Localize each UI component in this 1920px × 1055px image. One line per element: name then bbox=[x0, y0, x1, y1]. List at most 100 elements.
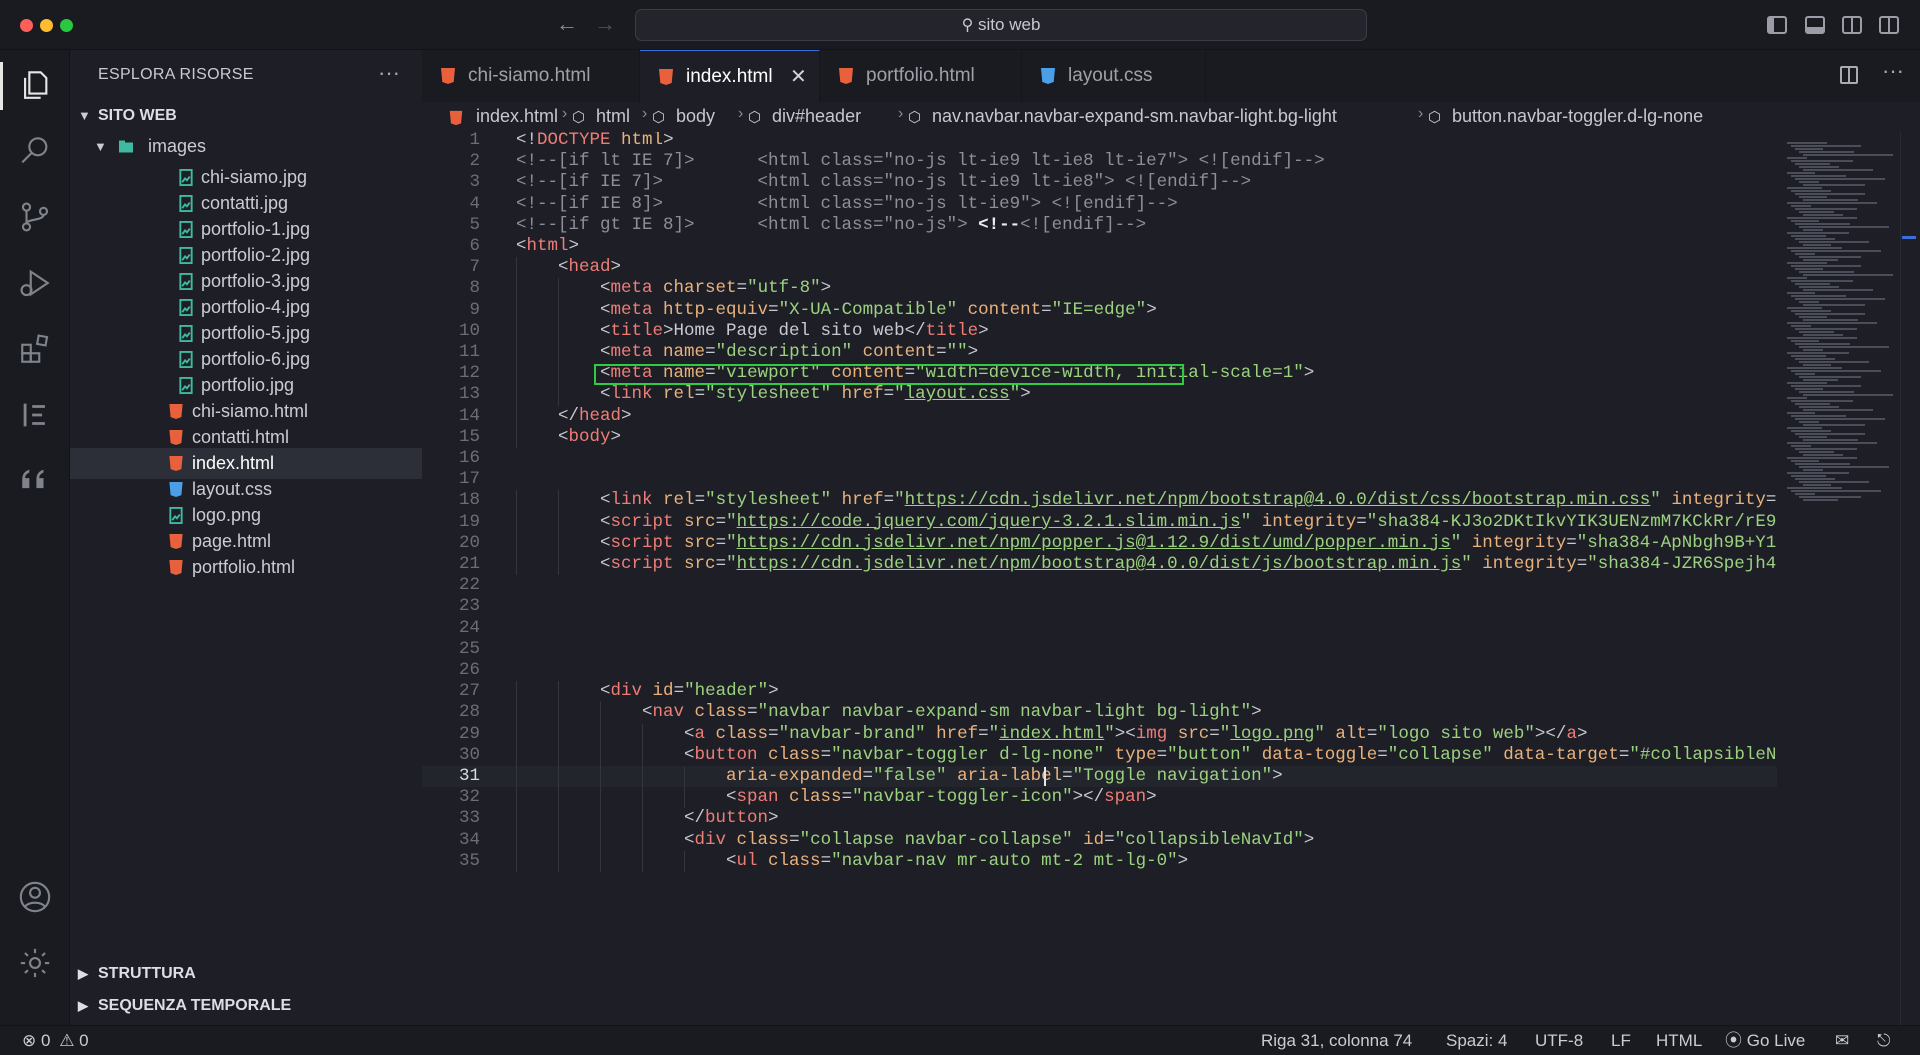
code-line[interactable]: 11 <meta name="description" content=""> bbox=[422, 342, 1777, 364]
code-line[interactable]: 20 <script src="https://cdn.jsdelivr.net/… bbox=[422, 532, 1777, 554]
code-line[interactable]: 24 bbox=[422, 618, 1777, 639]
errors-indicator[interactable]: ⊗ 0 ⚠ 0 bbox=[22, 1027, 89, 1055]
code-line[interactable]: 30 <button class="navbar-toggler d-lg-non… bbox=[422, 744, 1777, 766]
code-line[interactable]: 6 <html> bbox=[422, 236, 1777, 257]
indentation-setting[interactable]: Spazi: 4 bbox=[1446, 1027, 1507, 1055]
forward-arrow-icon[interactable]: → bbox=[594, 11, 616, 37]
minimap-line bbox=[1791, 490, 1881, 492]
code-line[interactable]: 13 <link rel="stylesheet" href="layout.cs… bbox=[422, 384, 1777, 406]
timeline-section[interactable]: ▶ SEQUENZA TEMPORALE bbox=[70, 990, 422, 1022]
outline-section[interactable]: ▶ STRUTTURA bbox=[70, 958, 422, 990]
code-line[interactable]: 28 <nav class="navbar navbar-expand-sm na… bbox=[422, 702, 1777, 724]
tab-chi-siamo[interactable]: chi-siamo.html bbox=[422, 50, 640, 102]
account-icon[interactable] bbox=[18, 880, 52, 914]
minimize-window-button[interactable] bbox=[40, 19, 53, 32]
code-line[interactable]: 7 <head> bbox=[422, 257, 1777, 279]
code-line[interactable]: 3 <!--[if IE 7]> <html class="no-js lt-ie… bbox=[422, 172, 1777, 193]
file-item[interactable]: portfolio.html bbox=[70, 552, 422, 583]
code-line[interactable]: 1 <!DOCTYPE html> bbox=[422, 132, 1777, 151]
code-line[interactable]: 31 aria-expanded="false" aria-label="Togg… bbox=[422, 766, 1777, 788]
breadcrumb-item[interactable]: button.navbar-toggler.d-lg-none bbox=[1452, 106, 1703, 127]
code-line[interactable]: 15 <body> bbox=[422, 426, 1777, 448]
toggle-secondary-sidebar-icon[interactable] bbox=[1842, 16, 1862, 34]
code-line[interactable]: 5 <!--[if gt IE 8]> <html class="no-js"> … bbox=[422, 215, 1777, 236]
encoding-setting[interactable]: UTF-8 bbox=[1535, 1027, 1583, 1055]
code-line[interactable]: 33 </button> bbox=[422, 808, 1777, 830]
code-text: aria-expanded="false" aria-label="Toggle… bbox=[726, 766, 1283, 786]
element-cube-icon: ⬡ bbox=[652, 109, 666, 126]
image-file-icon bbox=[169, 507, 183, 524]
code-line[interactable]: 9 <meta http-equiv="X-UA-Compatible" cont… bbox=[422, 299, 1777, 321]
code-line[interactable]: 32 <span class="navbar-toggler-icon"></sp… bbox=[422, 787, 1777, 809]
more-editor-actions-icon[interactable]: ··· bbox=[1882, 58, 1904, 84]
code-line[interactable]: 4 <!--[if IE 8]> <html class="no-js lt-ie… bbox=[422, 194, 1777, 215]
minimap-line bbox=[1787, 487, 1842, 489]
code-line[interactable]: 2 <!--[if lt IE 7]> <html class="no-js lt… bbox=[422, 151, 1777, 172]
indent-guide bbox=[558, 850, 559, 872]
more-actions-icon[interactable]: ··· bbox=[378, 60, 400, 86]
breadcrumb-item[interactable]: div#header bbox=[772, 106, 861, 127]
breadcrumb-item[interactable]: body bbox=[676, 106, 715, 127]
code-line[interactable]: 17 bbox=[422, 469, 1777, 490]
tab-portfolio[interactable]: portfolio.html bbox=[820, 50, 1022, 102]
minimap[interactable] bbox=[1777, 132, 1920, 1025]
indent-guide bbox=[642, 723, 643, 745]
breadcrumb-item[interactable]: html bbox=[596, 106, 630, 127]
indent-guide bbox=[600, 850, 601, 872]
command-center-search[interactable]: ⚲ sito web bbox=[635, 9, 1367, 41]
cursor-position[interactable]: Riga 31, colonna 74 bbox=[1261, 1027, 1412, 1055]
minimap-line bbox=[1787, 427, 1822, 429]
code-line[interactable]: 8 <meta charset="utf-8"> bbox=[422, 278, 1777, 300]
html5-icon bbox=[169, 403, 183, 420]
code-line[interactable]: 23 bbox=[422, 596, 1777, 617]
code-text: <link rel="stylesheet" href="layout.css"… bbox=[600, 384, 1031, 405]
minimap-line bbox=[1799, 436, 1827, 438]
code-line[interactable]: 25 bbox=[422, 639, 1777, 660]
source-control-icon[interactable] bbox=[18, 200, 52, 234]
code-line[interactable]: 19 <script src="https://code.jquery.com/j… bbox=[422, 511, 1777, 533]
tab-index[interactable]: index.html ✕ bbox=[640, 50, 820, 102]
notifications-bell-icon[interactable]: ⎋ bbox=[1877, 1027, 1890, 1055]
code-line[interactable]: 21 <script src="https://cdn.jsdelivr.net/… bbox=[422, 554, 1777, 576]
quote-snippets-icon[interactable] bbox=[18, 464, 52, 498]
vertical-scrollbar[interactable] bbox=[1900, 132, 1918, 1025]
tab-layout-css[interactable]: layout.css bbox=[1022, 50, 1206, 102]
line-number: 15 bbox=[458, 426, 480, 447]
close-tab-icon[interactable]: ✕ bbox=[790, 51, 807, 103]
code-line[interactable]: 34 <div class="collapse navbar-collapse" … bbox=[422, 829, 1777, 851]
language-mode[interactable]: HTML bbox=[1656, 1027, 1702, 1055]
code-line[interactable]: 22 bbox=[422, 575, 1777, 596]
code-line[interactable]: 27 <div id="header"> bbox=[422, 681, 1777, 703]
maximize-window-button[interactable] bbox=[60, 19, 73, 32]
back-arrow-icon[interactable]: ← bbox=[556, 11, 578, 37]
split-editor-icon[interactable] bbox=[1840, 66, 1858, 84]
indent-guide bbox=[516, 554, 517, 576]
code-line[interactable]: 14 </head> bbox=[422, 405, 1777, 427]
breadcrumb-item[interactable]: nav.navbar.navbar-expand-sm.navbar-light… bbox=[932, 106, 1337, 127]
extensions-icon[interactable] bbox=[18, 332, 52, 366]
code-line[interactable]: 35 <ul class="navbar-nav mr-auto mt-2 mt-… bbox=[422, 850, 1777, 872]
close-window-button[interactable] bbox=[20, 19, 33, 32]
breadcrumb-item[interactable]: index.html bbox=[476, 106, 558, 127]
search-view-icon[interactable] bbox=[18, 134, 52, 168]
eol-setting[interactable]: LF bbox=[1611, 1027, 1631, 1055]
title-bar: ← → ⚲ sito web bbox=[0, 0, 1920, 50]
toggle-panel-icon[interactable] bbox=[1805, 16, 1825, 34]
code-editor[interactable]: 1 <!DOCTYPE html> 2 <!--[if lt IE 7]> <html… bbox=[422, 132, 1777, 1025]
outline-list-icon[interactable] bbox=[18, 398, 52, 432]
code-line[interactable]: 26 bbox=[422, 660, 1777, 681]
customize-layout-icon[interactable] bbox=[1879, 16, 1899, 34]
feedback-icon[interactable]: ✉ bbox=[1835, 1027, 1849, 1055]
toggle-sidebar-icon[interactable] bbox=[1767, 16, 1787, 34]
run-debug-icon[interactable] bbox=[18, 266, 52, 300]
code-line[interactable]: 10 <title>Home Page del sito web</title> bbox=[422, 320, 1777, 342]
folder-images[interactable]: ▼ images bbox=[70, 131, 422, 162]
explorer-icon[interactable] bbox=[18, 68, 52, 102]
folder-root[interactable]: ▼ SITO WEB bbox=[70, 100, 422, 131]
settings-gear-icon[interactable] bbox=[18, 946, 52, 980]
code-line[interactable]: 18 <link rel="stylesheet" href="https://c… bbox=[422, 490, 1777, 512]
code-line[interactable]: 29 <a class="navbar-brand" href="index.ht… bbox=[422, 723, 1777, 745]
go-live-button[interactable]: ⦿ Go Live bbox=[1725, 1027, 1805, 1055]
code-line[interactable]: 16 bbox=[422, 448, 1777, 469]
minimap-line bbox=[1795, 208, 1857, 210]
